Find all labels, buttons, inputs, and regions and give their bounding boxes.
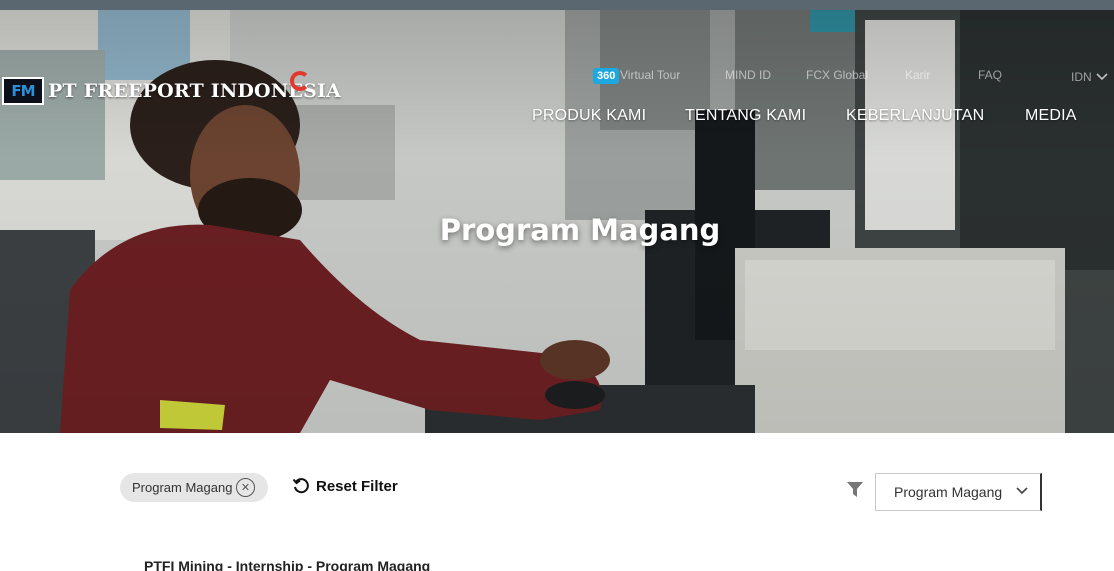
close-circle-icon[interactable]: ✕ bbox=[236, 478, 255, 497]
language-selector[interactable]: IDN bbox=[1071, 68, 1108, 86]
filter-icon bbox=[847, 482, 863, 497]
reset-filter-label: Reset Filter bbox=[316, 477, 398, 495]
brand-mark: FM bbox=[2, 77, 44, 105]
badge-360[interactable]: 360 bbox=[593, 68, 620, 84]
nav-media[interactable]: MEDIA bbox=[1025, 107, 1077, 125]
nav-tentang-kami[interactable]: TENTANG KAMI bbox=[685, 107, 806, 125]
top-bar bbox=[0, 0, 1114, 10]
link-fcx-global[interactable]: FCX Global bbox=[806, 68, 868, 86]
hero-banner: FM PT FREEPORT INDONESIA 360 Virtual Tou… bbox=[0, 10, 1114, 433]
reset-filter-button[interactable]: Reset Filter bbox=[292, 477, 398, 495]
nav-keberlanjutan[interactable]: KEBERLANJUTAN bbox=[846, 107, 984, 125]
page-title: Program Magang bbox=[439, 213, 721, 247]
link-karir[interactable]: Karir bbox=[905, 68, 930, 86]
chevron-down-icon bbox=[1016, 487, 1028, 495]
result-item-title[interactable]: PTFI Mining - Internship - Program Magan… bbox=[144, 558, 430, 571]
link-mind-id[interactable]: MIND ID bbox=[725, 68, 771, 86]
link-virtual-tour[interactable]: Virtual Tour bbox=[620, 68, 680, 86]
reset-icon bbox=[292, 478, 309, 494]
category-select-value: Program Magang bbox=[894, 484, 1003, 500]
nav-produk-kami[interactable]: PRODUK KAMI bbox=[532, 107, 646, 125]
chevron-down-icon bbox=[1096, 73, 1108, 81]
language-label: IDN bbox=[1071, 70, 1092, 84]
active-filter-chip[interactable]: Program Magang ✕ bbox=[120, 473, 268, 502]
chip-label: Program Magang bbox=[132, 480, 233, 495]
link-faq[interactable]: FAQ bbox=[978, 68, 1002, 86]
brand-logo[interactable]: FM PT FREEPORT INDONESIA bbox=[2, 71, 341, 105]
category-select[interactable]: Program Magang bbox=[875, 473, 1042, 511]
brand-ring-icon bbox=[290, 71, 310, 91]
